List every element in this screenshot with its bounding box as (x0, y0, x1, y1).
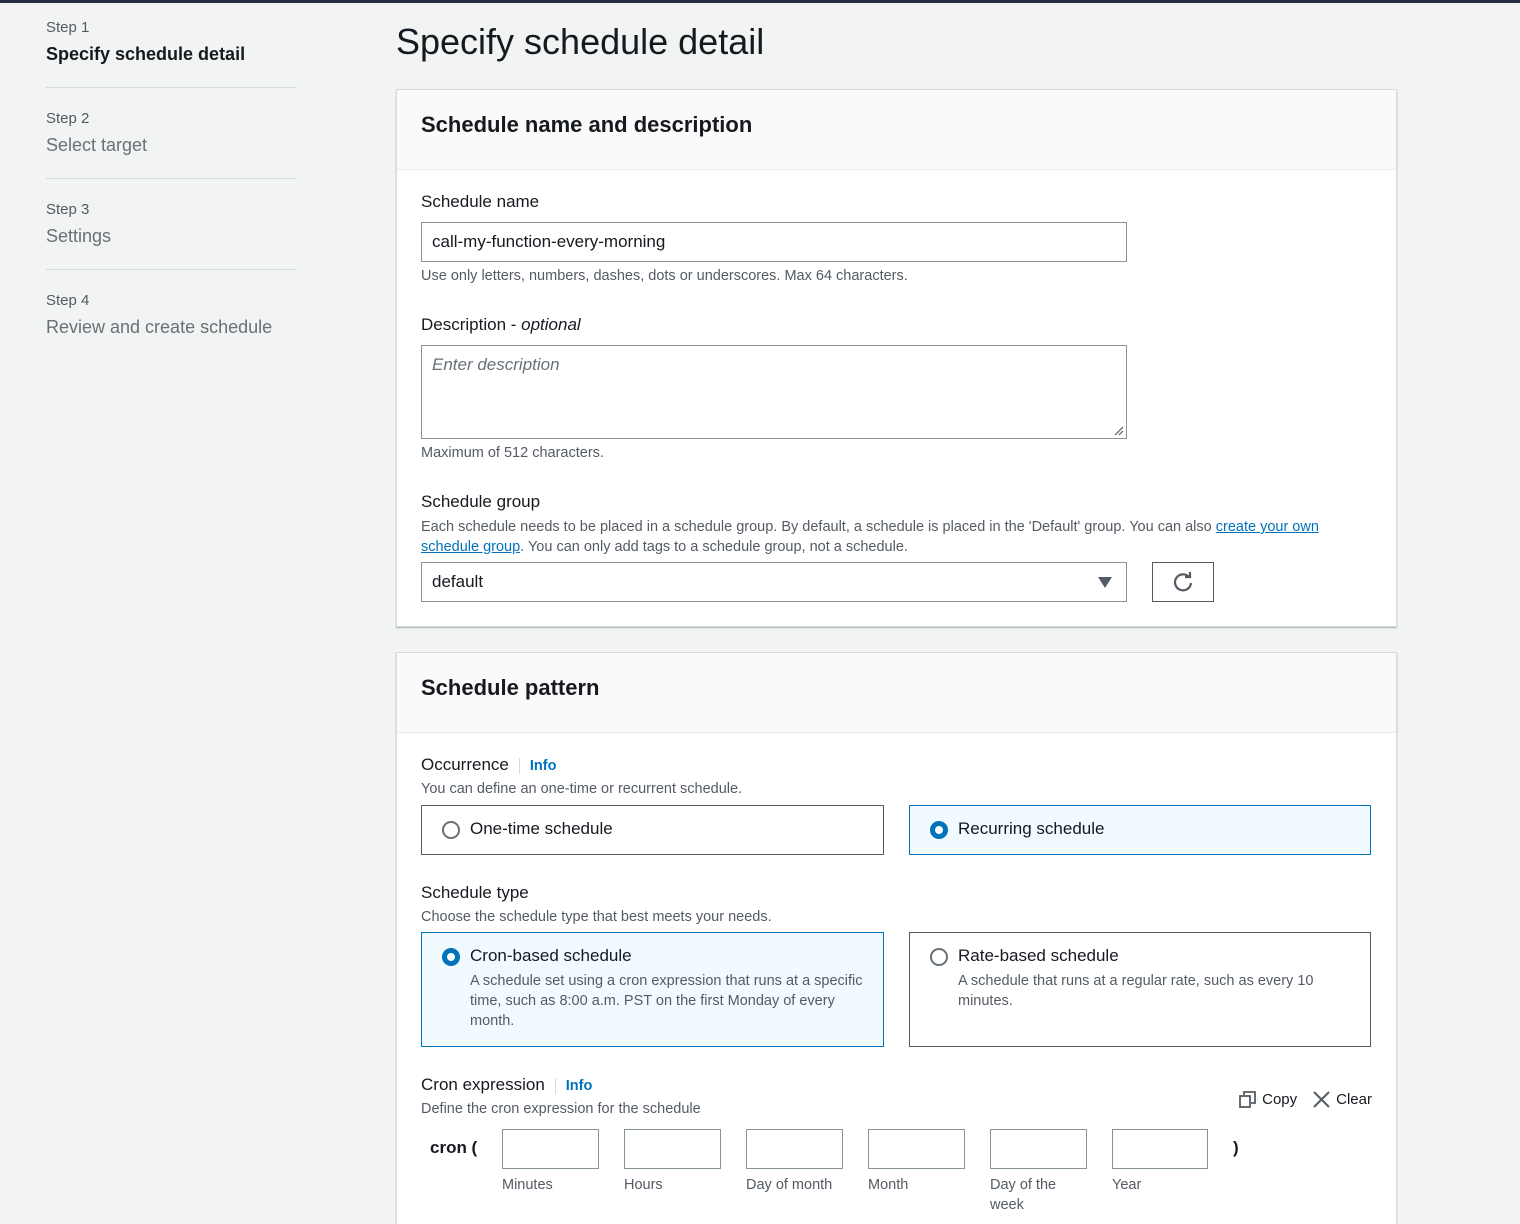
cron-hours-input[interactable] (624, 1129, 721, 1169)
description-label: Description - optional (421, 315, 581, 335)
cron-based-schedule-option[interactable]: Cron-based schedule A schedule set using… (421, 932, 884, 1047)
schedule-type-label: Schedule type (421, 883, 529, 902)
cron-expression-label: Cron expression Info (421, 1075, 593, 1095)
schedule-group-hint: Each schedule needs to be placed in a sc… (421, 517, 1371, 557)
step-title: Specify schedule detail (46, 44, 246, 64)
cron-prefix: cron ( (430, 1138, 478, 1157)
occurrence-hint: You can define an one-time or recurrent … (421, 781, 743, 797)
panel-header: Schedule pattern (397, 653, 1396, 733)
radio-on-icon (442, 948, 460, 966)
clear-button[interactable]: Clear (1313, 1091, 1372, 1108)
optional-tag: optional (521, 315, 581, 334)
description-textarea[interactable]: Enter description (421, 345, 1127, 439)
step-4[interactable]: Step 4 Review and create schedule (46, 292, 296, 360)
hint-text: . You can only add tags to a schedule gr… (520, 539, 908, 555)
panel-title: Schedule pattern (421, 675, 600, 700)
close-icon (1313, 1091, 1330, 1108)
panel-header: Schedule name and description (397, 90, 1396, 170)
cron-actions: Copy Clear (1239, 1091, 1372, 1108)
cron-day-of-week-input[interactable] (990, 1129, 1087, 1169)
resize-grip-icon[interactable] (1114, 426, 1124, 436)
copy-label: Copy (1262, 1091, 1298, 1108)
option-label: Rate-based schedule (958, 946, 1119, 965)
cron-field-label: Day of month (746, 1177, 833, 1193)
cron-minutes-input[interactable] (502, 1129, 599, 1169)
cron-field-label: Minutes (502, 1177, 553, 1193)
step-2[interactable]: Step 2 Select target (46, 110, 296, 179)
step-number: Step 3 (46, 201, 90, 218)
schedule-group-label: Schedule group (421, 492, 541, 511)
occurrence-label: Occurrence Info (421, 755, 557, 775)
step-title: Review and create schedule (46, 317, 273, 337)
step-title: Select target (46, 135, 148, 155)
page-title: Specify schedule detail (396, 21, 765, 62)
occurrence-info-link[interactable]: Info (518, 758, 557, 774)
cron-expression-label-text: Cron expression (421, 1075, 545, 1094)
cron-year-input[interactable] (1112, 1129, 1208, 1169)
cron-field-label: Year (1112, 1177, 1142, 1193)
copy-button[interactable]: Copy (1239, 1091, 1297, 1108)
description-label-text: Description - (421, 315, 522, 334)
step-title: Settings (46, 226, 112, 246)
cron-day-of-month-input[interactable] (746, 1129, 843, 1169)
schedule-name-label: Schedule name (421, 192, 540, 211)
step-number: Step 4 (46, 292, 90, 309)
caret-down-icon (1098, 577, 1112, 588)
option-label: One-time schedule (470, 819, 613, 838)
clear-label: Clear (1336, 1091, 1372, 1108)
option-description: A schedule set using a cron expression t… (470, 973, 863, 1029)
radio-off-icon (442, 821, 460, 839)
one-time-schedule-option[interactable]: One-time schedule (421, 805, 884, 855)
cron-field-label: Hours (624, 1177, 663, 1193)
selected-value: default (432, 572, 484, 591)
schedule-name-panel: Schedule name and description Schedule n… (396, 89, 1397, 627)
wizard-steps: Step 1 Specify schedule detail Step 2 Se… (46, 19, 296, 382)
panel-title: Schedule name and description (421, 112, 753, 137)
recurring-schedule-option[interactable]: Recurring schedule (909, 805, 1371, 855)
schedule-pattern-panel: Schedule pattern Occurrence Info You can … (396, 652, 1397, 1224)
cron-suffix: ) (1233, 1138, 1239, 1157)
schedule-group-select[interactable]: default (421, 562, 1127, 602)
cron-month-input[interactable] (868, 1129, 965, 1169)
schedule-name-input[interactable]: call-my-function-every-morning (421, 222, 1127, 262)
copy-icon (1239, 1091, 1257, 1108)
option-label: Recurring schedule (958, 819, 1105, 838)
radio-off-icon (930, 948, 948, 966)
cron-expression-hint: Define the cron expression for the sched… (421, 1101, 701, 1117)
schedule-name-hint: Use only letters, numbers, dashes, dots … (421, 268, 908, 284)
step-1[interactable]: Step 1 Specify schedule detail (46, 19, 296, 88)
cron-field-label: Day of the week (990, 1177, 1057, 1213)
description-placeholder: Enter description (432, 355, 560, 374)
occurrence-label-text: Occurrence (421, 755, 509, 774)
step-3[interactable]: Step 3 Settings (46, 201, 296, 270)
hint-text: Each schedule needs to be placed in a sc… (421, 519, 1216, 535)
description-hint: Maximum of 512 characters. (421, 445, 604, 461)
option-description: A schedule that runs at a regular rate, … (958, 973, 1314, 1009)
cron-field-label: Month (868, 1177, 909, 1193)
refresh-icon (1173, 572, 1193, 592)
step-number: Step 1 (46, 19, 90, 36)
step-number: Step 2 (46, 110, 90, 127)
option-label: Cron-based schedule (470, 946, 632, 965)
schedule-type-hint: Choose the schedule type that best meets… (421, 909, 772, 925)
refresh-button[interactable] (1152, 562, 1214, 602)
radio-on-icon (930, 821, 948, 839)
cron-info-link[interactable]: Info (554, 1078, 593, 1094)
rate-based-schedule-option[interactable]: Rate-based schedule A schedule that runs… (909, 932, 1371, 1047)
